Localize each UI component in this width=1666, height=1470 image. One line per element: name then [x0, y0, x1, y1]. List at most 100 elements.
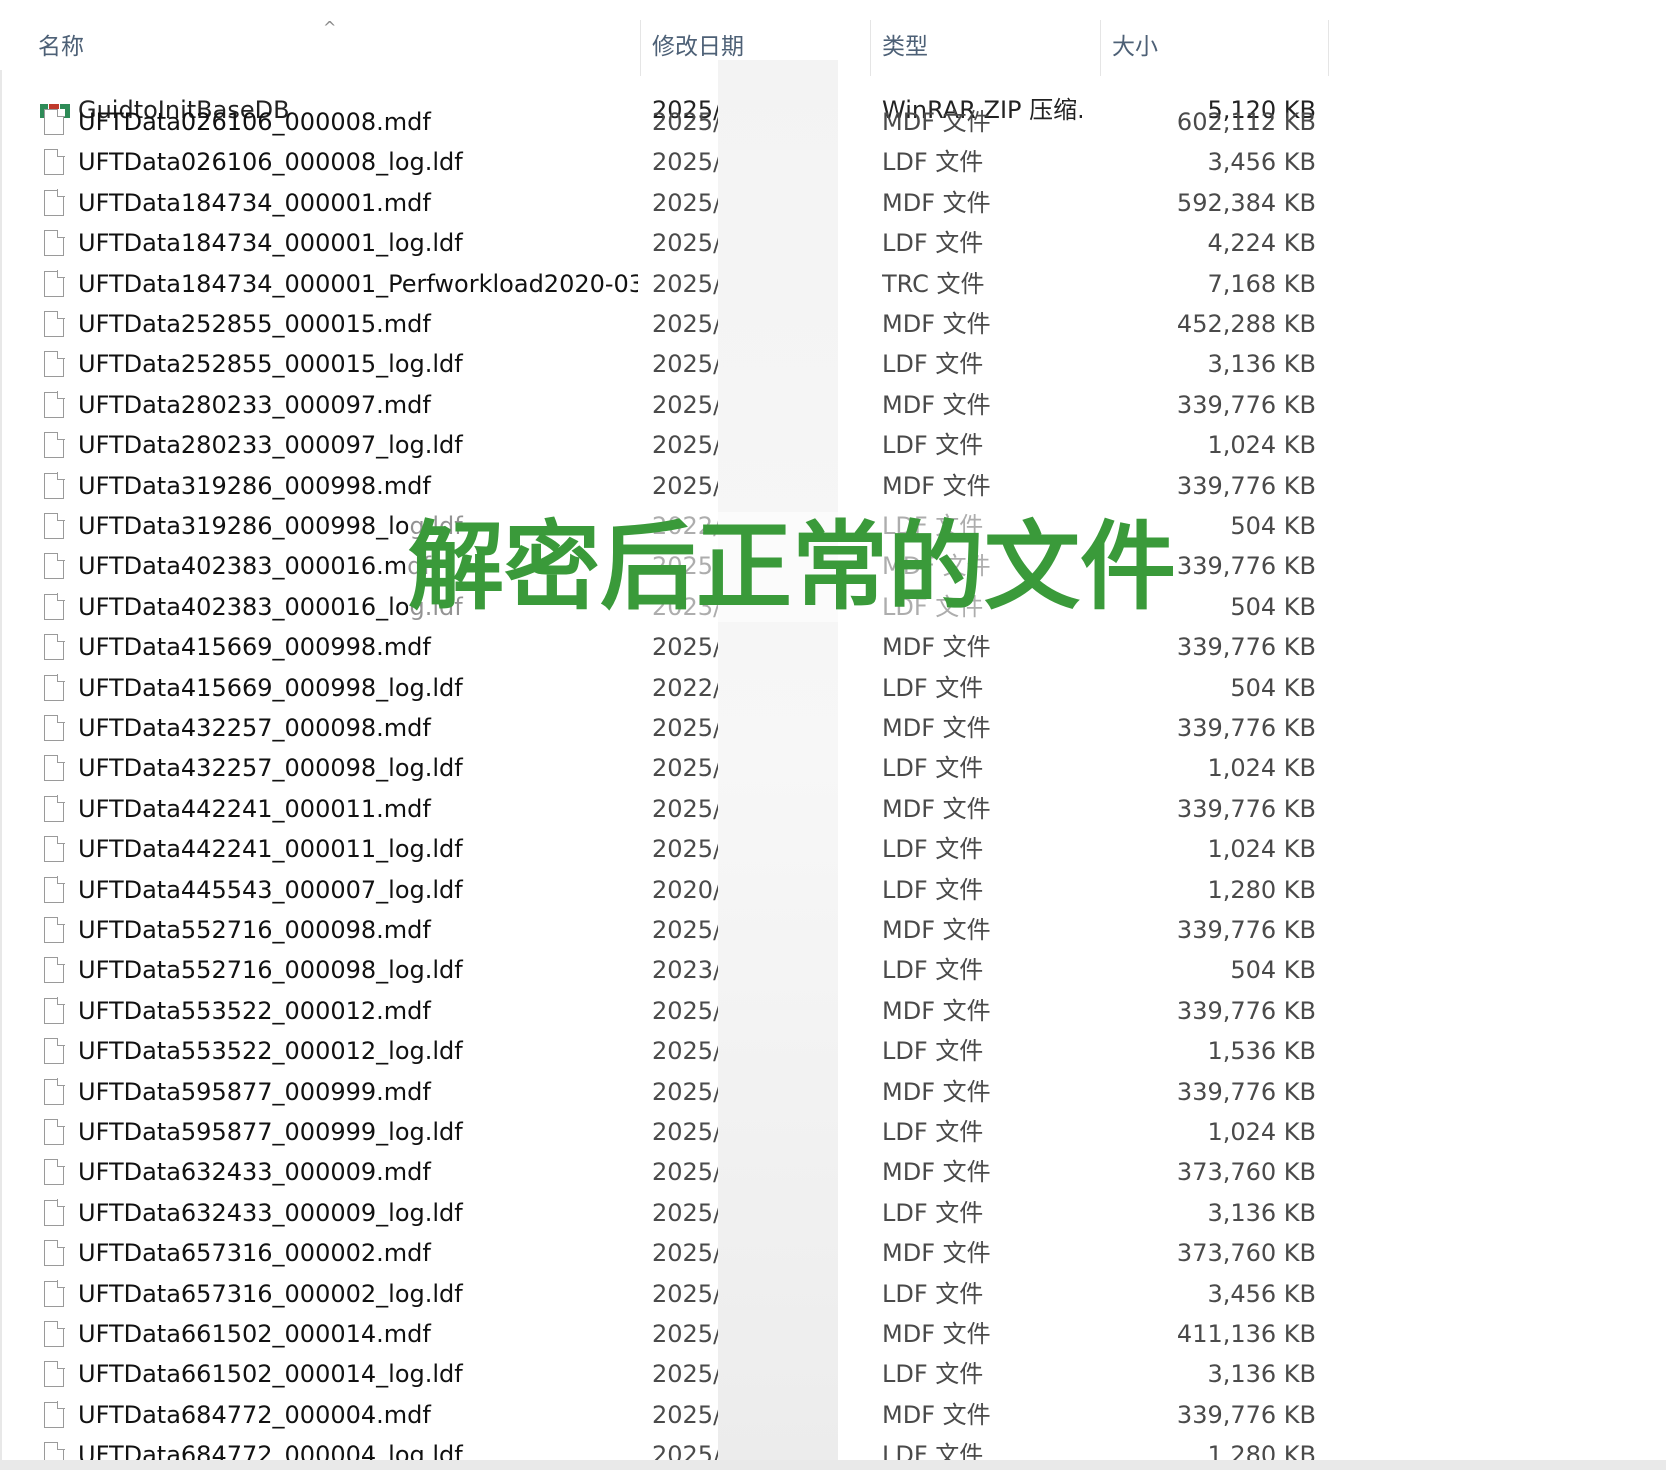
column-divider[interactable]: [640, 20, 641, 76]
list-item[interactable]: UFTData657316_000002_log.ldf 2025/LDF 文件 3…: [0, 1274, 1330, 1314]
document-icon: [44, 189, 65, 216]
file-date: 2025/: [652, 1441, 722, 1460]
file-date: 2025/: [652, 229, 722, 258]
file-type: LDF 文件: [882, 1279, 984, 1308]
file-type: MDF 文件: [882, 794, 991, 823]
list-item[interactable]: UFTData280233_000097_log.ldf 2025/LDF 文件 1…: [0, 425, 1330, 465]
file-type: MDF 文件: [882, 1320, 991, 1348]
file-type: LDF 文件: [882, 835, 984, 864]
file-size: 339,776 KB: [1176, 714, 1316, 742]
file-date: 2025/: [652, 310, 722, 338]
file-size: 1,280 KB: [1207, 1441, 1316, 1460]
file-type: MDF 文件: [882, 1239, 991, 1268]
file-name: UFTData661502_000014.mdf: [78, 1320, 431, 1348]
list-item[interactable]: UFTData184734_000001_log.ldf 2025/LDF 文件 4…: [0, 223, 1330, 263]
list-item[interactable]: UFTData684772_000004_log.ldf 2025/LDF 文件 1…: [0, 1435, 1330, 1460]
file-date: 2025/: [652, 1400, 722, 1429]
file-size: 373,760 KB: [1176, 1239, 1316, 1268]
list-item[interactable]: UFTData184734_000001.mdf 2025/MDF 文件 592,3…: [0, 183, 1330, 223]
document-icon: [44, 391, 65, 418]
document-icon: [44, 714, 65, 741]
file-type: MDF 文件: [882, 714, 991, 742]
file-name: UFTData553522_000012.mdf: [78, 996, 431, 1025]
file-name: UFTData184734_000001_log.ldf: [78, 229, 463, 258]
column-divider[interactable]: [1100, 20, 1101, 76]
file-size: 592,384 KB: [1176, 188, 1316, 217]
list-item[interactable]: UFTData432257_000098.mdf 2025/MDF 文件 339,7…: [0, 708, 1330, 748]
horizontal-scrollbar[interactable]: [0, 1460, 1666, 1470]
file-name: UFTData184734_000001_Perfworkload2020-03…: [78, 269, 638, 298]
file-type: LDF 文件: [882, 673, 984, 702]
list-item[interactable]: UFTData415669_000998.mdf 2025/MDF 文件 339,7…: [0, 627, 1330, 667]
document-icon: [44, 795, 65, 822]
list-item[interactable]: UFTData684772_000004.mdf 2025/MDF 文件 339,7…: [0, 1395, 1330, 1435]
list-item[interactable]: UFTData252855_000015.mdf 2025/MDF 文件 452,2…: [0, 304, 1330, 344]
list-item[interactable]: UFTData280233_000097.mdf 2025/MDF 文件 339,7…: [0, 385, 1330, 425]
file-name: UFTData442241_000011.mdf: [78, 794, 431, 823]
file-date: 2025/: [652, 1037, 722, 1066]
document-icon: [44, 1441, 65, 1460]
file-type: LDF 文件: [882, 1441, 984, 1460]
file-date: 2025/: [652, 1239, 722, 1268]
list-item[interactable]: UFTData442241_000011.mdf 2025/MDF 文件 339,7…: [0, 789, 1330, 829]
file-size: 1,536 KB: [1207, 1037, 1316, 1066]
file-name: UFTData252855_000015.mdf: [78, 310, 431, 338]
file-date: 2023/: [652, 956, 722, 985]
file-type: LDF 文件: [882, 1037, 984, 1066]
file-size: 1,280 KB: [1207, 875, 1316, 904]
list-item[interactable]: UFTData632433_000009.mdf 2025/MDF 文件 373,7…: [0, 1152, 1330, 1192]
list-item[interactable]: UFTData026106_000008.mdf 2025/MDF 文件 602,1…: [0, 102, 1330, 142]
list-item[interactable]: UFTData432257_000098_log.ldf 2025/LDF 文件 1…: [0, 748, 1330, 788]
file-size: 1,024 KB: [1207, 835, 1316, 864]
file-name: UFTData280233_000097_log.ldf: [78, 431, 463, 460]
list-item[interactable]: UFTData026106_000008_log.ldf 2025/LDF 文件 3…: [0, 142, 1330, 182]
file-date: 2025/: [652, 1198, 722, 1227]
list-item[interactable]: UFTData415669_000998_log.ldf 2022/LDF 文件 5…: [0, 668, 1330, 708]
file-size: 339,776 KB: [1176, 471, 1316, 500]
file-type: MDF 文件: [882, 471, 991, 500]
file-type: MDF 文件: [882, 1158, 991, 1187]
column-divider[interactable]: [870, 20, 871, 76]
file-name: UFTData553522_000012_log.ldf: [78, 1037, 463, 1066]
file-date: 2025/: [652, 1279, 722, 1308]
list-item[interactable]: UFTData184734_000001_Perfworkload2020-03…: [0, 264, 1330, 304]
list-item[interactable]: UFTData553522_000012.mdf 2025/MDF 文件 339,7…: [0, 991, 1330, 1031]
list-item[interactable]: UFTData661502_000014.mdf 2025/MDF 文件 411,1…: [0, 1314, 1330, 1354]
document-icon: [44, 674, 65, 701]
column-header-size[interactable]: 大小: [1102, 24, 1326, 70]
list-item[interactable]: UFTData552716_000098_log.ldf 2023/LDF 文件 5…: [0, 950, 1330, 990]
document-icon: [44, 956, 65, 984]
document-icon: [44, 1280, 65, 1307]
column-divider[interactable]: [1328, 20, 1329, 76]
list-item[interactable]: UFTData319286_000998.mdf 2025/MDF 文件 339,7…: [0, 466, 1330, 506]
document-icon: [44, 1078, 65, 1105]
list-item[interactable]: UFTData442241_000011_log.ldf 2025/LDF 文件 1…: [0, 829, 1330, 869]
redaction-block: [718, 60, 838, 1470]
document-icon: [44, 552, 65, 580]
list-item[interactable]: UFTData252855_000015_log.ldf 2025/LDF 文件 3…: [0, 344, 1330, 384]
file-size: 3,136 KB: [1207, 350, 1316, 379]
list-item[interactable]: UFTData552716_000098.mdf 2025/MDF 文件 339,7…: [0, 910, 1330, 950]
document-icon: [44, 1360, 65, 1388]
file-name: UFTData657316_000002_log.ldf: [78, 1279, 463, 1308]
list-item[interactable]: UFTData595877_000999.mdf 2025/MDF 文件 339,7…: [0, 1072, 1330, 1112]
list-item[interactable]: UFTData595877_000999_log.ldf 2025/LDF 文件 1…: [0, 1112, 1330, 1152]
file-date: 2025/: [652, 1360, 722, 1389]
file-name: UFTData445543_000007_log.ldf: [78, 875, 463, 904]
list-item[interactable]: UFTData445543_000007_log.ldf 2020/LDF 文件 1…: [0, 870, 1330, 910]
list-item[interactable]: UFTData553522_000012_log.ldf 2025/LDF 文件 1…: [0, 1031, 1330, 1071]
file-name: UFTData415669_000998_log.ldf: [78, 673, 463, 702]
file-date: 2020/: [652, 875, 722, 904]
file-size: 452,288 KB: [1176, 310, 1316, 338]
list-item[interactable]: UFTData657316_000002.mdf 2025/MDF 文件 373,7…: [0, 1233, 1330, 1273]
list-item[interactable]: UFTData632433_000009_log.ldf 2025/LDF 文件 3…: [0, 1193, 1330, 1233]
document-icon: [44, 916, 65, 943]
file-type: LDF 文件: [882, 350, 984, 379]
column-header-name[interactable]: 名称: [28, 24, 638, 70]
document-icon: [44, 754, 65, 782]
list-item[interactable]: UFTData661502_000014_log.ldf 2025/LDF 文件 3…: [0, 1354, 1330, 1394]
document-icon: [44, 876, 65, 903]
file-name: UFTData432257_000098.mdf: [78, 714, 431, 742]
file-name: UFTData415669_000998.mdf: [78, 633, 431, 662]
column-header-type[interactable]: 类型: [872, 24, 1098, 70]
